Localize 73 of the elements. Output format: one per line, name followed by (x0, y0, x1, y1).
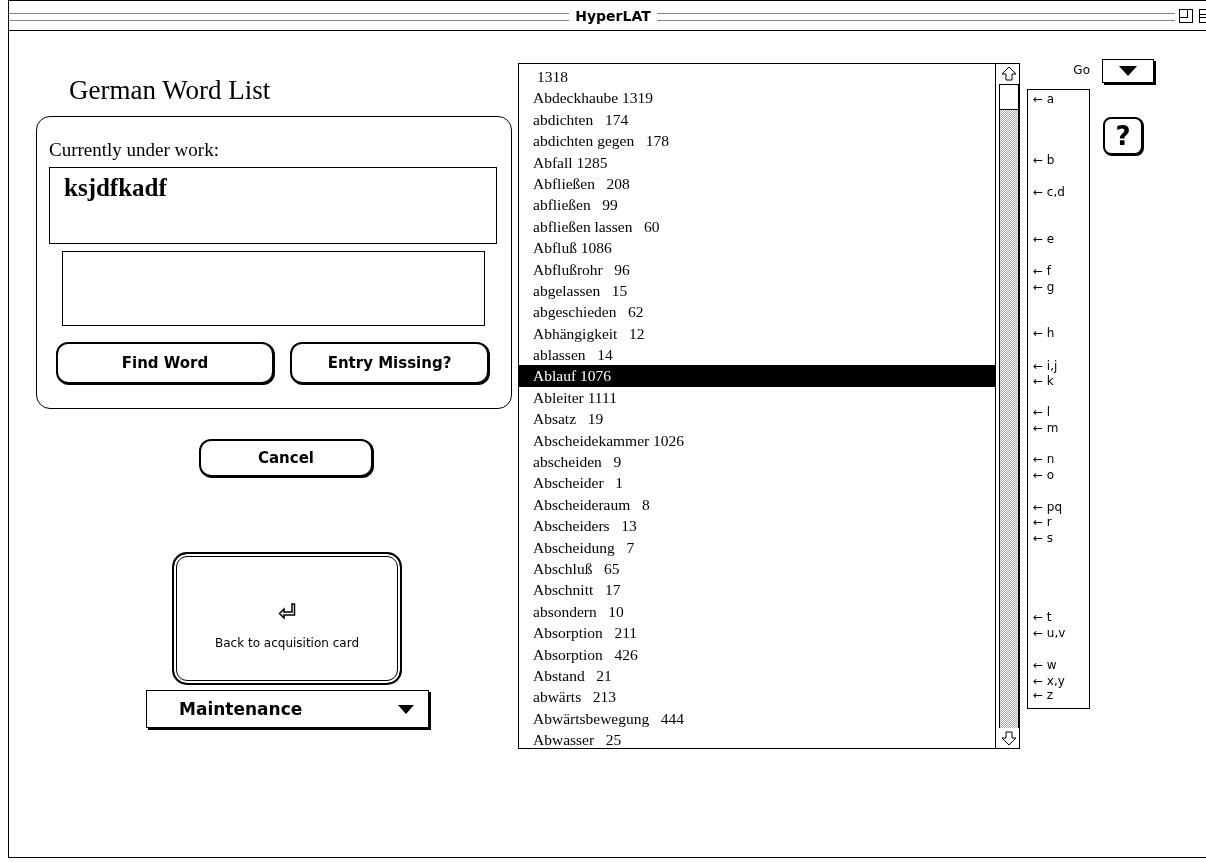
word-list-item[interactable]: Absorption 211 (519, 622, 995, 644)
word-list-item[interactable]: abfließen lassen 60 (519, 215, 995, 238)
letter-index-link[interactable]: ← a (1033, 93, 1055, 106)
word-list-item[interactable]: ablassen 14 (519, 344, 995, 366)
word-list-item[interactable]: Abscheidung 7 (519, 536, 995, 558)
letter-index-link[interactable]: ← c,d (1033, 186, 1065, 199)
letter-index-link[interactable]: ← x,y (1033, 675, 1065, 688)
letter-index-link[interactable]: ← i,j (1033, 360, 1058, 373)
letter-index-link[interactable]: ← e (1033, 233, 1055, 246)
letter-index-link[interactable]: ← w (1033, 659, 1057, 672)
letter-index-link[interactable]: ← z (1033, 689, 1054, 702)
find-word-button[interactable]: Find Word (56, 342, 274, 384)
word-list-item[interactable]: abfließen 99 (519, 194, 995, 216)
word-list-item[interactable]: abscheiden 9 (519, 451, 995, 473)
word-list-item[interactable]: Abwasser 25 (519, 729, 995, 748)
letter-index-link[interactable]: ← o (1033, 469, 1055, 482)
word-list-item[interactable]: absondern 10 (519, 600, 995, 623)
word-list-item[interactable]: Abstand 21 (519, 664, 995, 687)
word-list-item[interactable]: Absatz 19 (519, 408, 995, 430)
help-button[interactable]: ? (1103, 117, 1143, 155)
word-list-item[interactable]: Abhängigkeit 12 (519, 322, 995, 345)
word-list-item[interactable]: abgeschieden 62 (519, 301, 995, 323)
word-list-item[interactable]: Abdeckhaube 1319 (519, 87, 995, 109)
go-label: Go (1073, 63, 1090, 77)
entry-missing-button[interactable]: Entry Missing? (290, 342, 489, 384)
letter-index-link[interactable]: ← m (1033, 422, 1059, 435)
word-list-item[interactable]: abgelassen 15 (519, 279, 995, 302)
letter-index-link[interactable]: ← r (1033, 516, 1052, 529)
scroll-down-arrow-icon[interactable] (999, 728, 1019, 748)
field-label: Currently under work: (49, 139, 220, 161)
letter-index-link[interactable]: ← h (1033, 327, 1055, 340)
word-list-item[interactable]: 1318 (519, 66, 995, 88)
letter-index-link[interactable]: ← k (1033, 375, 1054, 388)
letter-index-link[interactable]: ← pq (1033, 501, 1063, 514)
return-arrow-icon (278, 601, 296, 620)
word-list-item[interactable]: Abscheidekammer 1026 (519, 429, 995, 452)
letter-index-link[interactable]: ← b (1033, 154, 1055, 167)
word-list-item[interactable]: Abschluß 65 (519, 558, 995, 580)
current-word-field[interactable]: ksjdfkadf (49, 167, 497, 244)
dropdown-arrow-icon (398, 704, 414, 714)
word-list-item[interactable]: Abscheiders 13 (519, 515, 995, 537)
input-field[interactable] (62, 251, 485, 326)
word-list-item[interactable]: abdichten gegen 178 (519, 130, 995, 152)
letter-index-link[interactable]: ← g (1033, 281, 1055, 294)
letter-index-link[interactable]: ← t (1033, 611, 1052, 624)
word-list-item[interactable]: Abflußrohr 96 (519, 258, 995, 280)
zoom-box-icon[interactable] (1179, 9, 1193, 23)
word-list-item[interactable]: Abfließen 208 (519, 172, 995, 195)
scroll-thumb[interactable] (999, 84, 1019, 110)
cancel-button[interactable]: Cancel (199, 439, 373, 477)
word-list-item[interactable]: abwärts 213 (519, 686, 995, 708)
mode-dropdown[interactable]: Maintenance (146, 690, 429, 728)
letter-index-link[interactable]: ← u,v (1033, 627, 1066, 640)
word-list-item[interactable]: Abscheideraum 8 (519, 493, 995, 516)
word-list-item[interactable]: Ablauf 1076 (519, 365, 995, 387)
scroll-up-arrow-icon[interactable] (999, 64, 1019, 84)
letter-index-link[interactable]: ← l (1033, 406, 1051, 419)
back-button[interactable]: Back to acquisition card (173, 553, 401, 684)
card-heading: German Word List (69, 74, 272, 106)
word-list-item[interactable]: abdichten 174 (519, 108, 995, 131)
word-list-item[interactable]: Absorption 426 (519, 643, 995, 665)
go-dropdown[interactable] (1102, 59, 1154, 83)
vertical-scrollbar[interactable] (996, 64, 1019, 748)
word-list-item[interactable]: Abfall 1285 (519, 151, 995, 173)
word-list-item[interactable]: Ableiter 1111 (519, 386, 995, 409)
word-list-item[interactable]: Abwärtsbewegung 444 (519, 707, 995, 730)
word-list-item[interactable]: Abschnitt 17 (519, 579, 995, 601)
dropdown-arrow-icon (1119, 66, 1137, 76)
word-list-item[interactable]: Abscheider 1 (519, 472, 995, 494)
word-list-item[interactable]: Abfluß 1086 (519, 237, 995, 259)
letter-index-link[interactable]: ← n (1033, 453, 1055, 466)
letter-index-link[interactable]: ← f (1033, 265, 1052, 278)
letter-index-link[interactable]: ← s (1033, 532, 1054, 545)
